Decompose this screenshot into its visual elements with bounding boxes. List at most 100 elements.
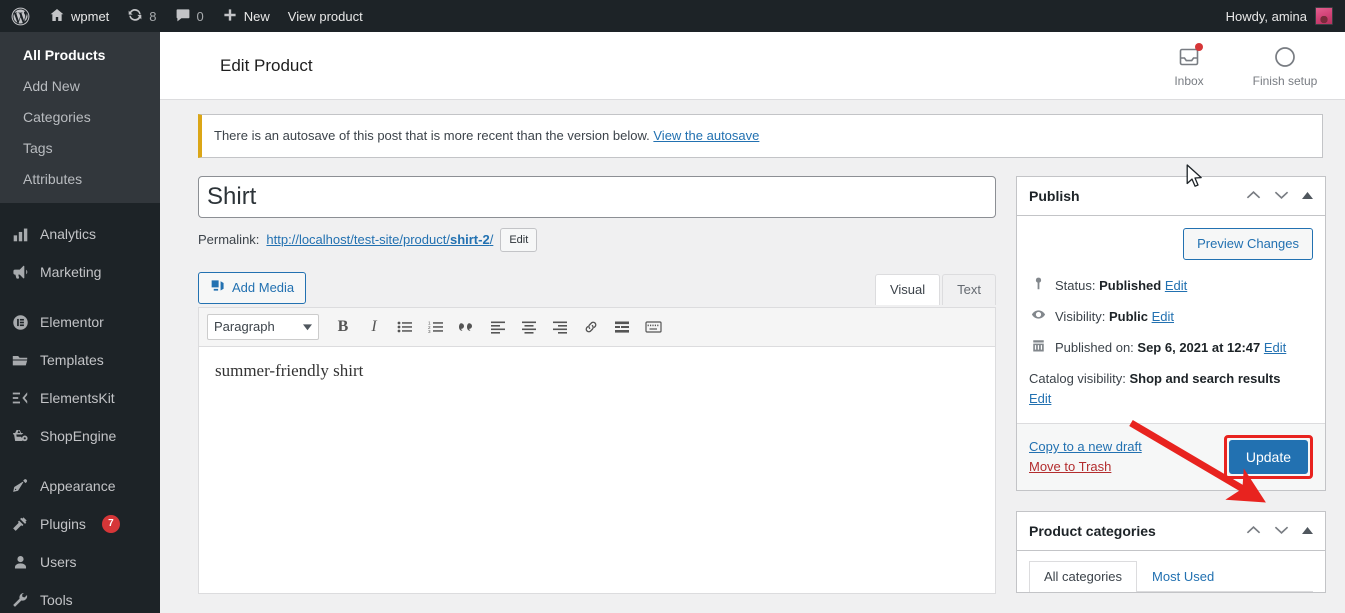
sidebar-item-tools[interactable]: Tools bbox=[0, 581, 160, 613]
sidebar-item-marketing[interactable]: Marketing bbox=[0, 253, 160, 291]
move-up-icon[interactable] bbox=[1246, 522, 1261, 540]
edit-visibility-link[interactable]: Edit bbox=[1152, 309, 1174, 324]
align-left-icon[interactable] bbox=[484, 314, 512, 340]
menu-separator bbox=[0, 203, 160, 215]
copy-to-new-draft-link[interactable]: Copy to a new draft bbox=[1029, 439, 1142, 454]
move-down-icon[interactable] bbox=[1274, 187, 1289, 205]
view-product-link[interactable]: View product bbox=[279, 0, 372, 32]
catalog-value: Shop and search results bbox=[1129, 370, 1281, 386]
sidebar-item-attributes[interactable]: Attributes bbox=[0, 164, 160, 195]
updates-icon bbox=[127, 7, 143, 26]
sidebar-label-elementskit: ElementsKit bbox=[40, 390, 115, 406]
sidebar-item-elementskit[interactable]: ElementsKit bbox=[0, 379, 160, 417]
sidebar-label-marketing: Marketing bbox=[40, 264, 102, 280]
inbox-notification-dot bbox=[1195, 42, 1203, 51]
toggle-panel-icon[interactable] bbox=[1302, 522, 1313, 540]
sidebar-item-all-products[interactable]: All Products bbox=[0, 40, 160, 71]
howdy-greeting[interactable]: Howdy, amina bbox=[1226, 9, 1307, 24]
link-icon[interactable] bbox=[577, 314, 605, 340]
italic-icon[interactable]: I bbox=[360, 314, 388, 340]
edit-catalog-link[interactable]: Edit bbox=[1029, 389, 1313, 409]
sidebar-item-plugins[interactable]: Plugins 7 bbox=[0, 505, 160, 543]
site-name-menu[interactable]: wpmet bbox=[40, 0, 118, 32]
updates-menu[interactable]: 8 bbox=[118, 0, 165, 32]
site-name-label: wpmet bbox=[71, 8, 110, 24]
toggle-panel-icon[interactable] bbox=[1302, 187, 1313, 205]
inbox-icon bbox=[1177, 42, 1203, 69]
bold-icon[interactable]: B bbox=[329, 314, 357, 340]
autosave-notice: There is an autosave of this post that i… bbox=[198, 114, 1323, 158]
plug-icon bbox=[10, 514, 30, 534]
edit-status-link[interactable]: Edit bbox=[1165, 278, 1187, 293]
published-label: Published on: bbox=[1055, 339, 1134, 355]
format-select-value: Paragraph bbox=[214, 319, 275, 334]
move-to-trash-link[interactable]: Move to Trash bbox=[1029, 459, 1142, 474]
sidebar-item-appearance[interactable]: Appearance bbox=[0, 467, 160, 505]
finish-setup-label: Finish setup bbox=[1252, 73, 1318, 88]
permalink-suffix: / bbox=[489, 232, 494, 247]
status-label: Status: bbox=[1055, 277, 1096, 293]
edit-permalink-button[interactable]: Edit bbox=[500, 227, 538, 252]
sidebar-item-categories[interactable]: Categories bbox=[0, 102, 160, 133]
home-icon bbox=[49, 7, 65, 26]
menu-separator-3 bbox=[0, 455, 160, 467]
sidebar-item-shopengine[interactable]: ShopEngine bbox=[0, 417, 160, 455]
published-value: Sep 6, 2021 at 12:47 bbox=[1137, 339, 1261, 355]
post-title-input[interactable] bbox=[198, 175, 996, 218]
sidebar-item-users[interactable]: Users bbox=[0, 543, 160, 581]
toolbar-toggle-icon[interactable] bbox=[639, 314, 667, 340]
bulleted-list-icon[interactable] bbox=[391, 314, 419, 340]
inbox-button[interactable]: Inbox bbox=[1145, 32, 1233, 100]
edit-published-link[interactable]: Edit bbox=[1264, 340, 1286, 355]
visibility-label: Visibility: bbox=[1055, 308, 1106, 324]
new-content-menu[interactable]: New bbox=[213, 0, 279, 32]
preview-changes-button[interactable]: Preview Changes bbox=[1183, 227, 1313, 260]
paintbrush-icon bbox=[10, 476, 30, 496]
blockquote-icon[interactable] bbox=[453, 314, 481, 340]
permalink-prefix: http://localhost/test-site/product/ bbox=[266, 232, 450, 247]
elementor-icon bbox=[10, 312, 30, 332]
move-down-icon[interactable] bbox=[1274, 522, 1289, 540]
visibility-value: Public bbox=[1108, 308, 1148, 324]
editor-content-area[interactable]: summer-friendly shirt bbox=[199, 346, 995, 593]
editor-box: Paragraph B I 1 2 3 summer-friendly shir… bbox=[198, 306, 996, 594]
new-label: New bbox=[243, 8, 270, 24]
preview-row: Preview Changes bbox=[1029, 226, 1313, 270]
status-row: Status: Published Edit bbox=[1029, 270, 1313, 301]
tab-most-used[interactable]: Most Used bbox=[1137, 561, 1229, 591]
read-more-icon[interactable] bbox=[608, 314, 636, 340]
tab-text[interactable]: Text bbox=[942, 273, 996, 305]
permalink-slug: shirt-2 bbox=[449, 232, 490, 247]
user-icon bbox=[10, 552, 30, 572]
finish-setup-button[interactable]: Finish setup bbox=[1241, 32, 1329, 100]
sidebar-item-tags[interactable]: Tags bbox=[0, 133, 160, 164]
align-right-icon[interactable] bbox=[546, 314, 574, 340]
wordpress-logo-icon[interactable] bbox=[0, 0, 40, 32]
sidebar-label-templates: Templates bbox=[40, 352, 104, 368]
tab-visual[interactable]: Visual bbox=[874, 273, 941, 305]
avatar[interactable] bbox=[1315, 7, 1333, 25]
numbered-list-icon[interactable]: 123 bbox=[422, 314, 450, 340]
sidebar-item-analytics[interactable]: Analytics bbox=[0, 215, 160, 253]
view-autosave-link[interactable]: View the autosave bbox=[653, 128, 759, 143]
permalink-link[interactable]: http://localhost/test-site/product/shirt… bbox=[266, 232, 493, 247]
align-center-icon[interactable] bbox=[515, 314, 543, 340]
tab-all-categories[interactable]: All categories bbox=[1029, 560, 1138, 592]
update-button[interactable]: Update bbox=[1228, 439, 1308, 474]
page-title: Edit Product bbox=[220, 55, 313, 75]
folder-icon bbox=[10, 350, 30, 370]
comments-menu[interactable]: 0 bbox=[166, 0, 213, 32]
sidebar-label-elementor: Elementor bbox=[40, 314, 104, 330]
sidebar-item-templates[interactable]: Templates bbox=[0, 341, 160, 379]
sidebar-item-elementor[interactable]: Elementor bbox=[0, 303, 160, 341]
editor-columns: Permalink: http://localhost/test-site/pr… bbox=[198, 175, 1326, 613]
visibility-row: Visibility: Public Edit bbox=[1029, 301, 1313, 332]
move-up-icon[interactable] bbox=[1246, 187, 1261, 205]
comments-count: 0 bbox=[196, 8, 204, 24]
eye-icon bbox=[1029, 307, 1047, 322]
sidebar-item-add-new[interactable]: Add New bbox=[0, 71, 160, 102]
chevron-down-icon bbox=[303, 319, 312, 334]
paragraph-format-select[interactable]: Paragraph bbox=[207, 313, 319, 340]
add-media-button[interactable]: Add Media bbox=[198, 271, 307, 304]
shopengine-basket-icon bbox=[10, 426, 30, 446]
